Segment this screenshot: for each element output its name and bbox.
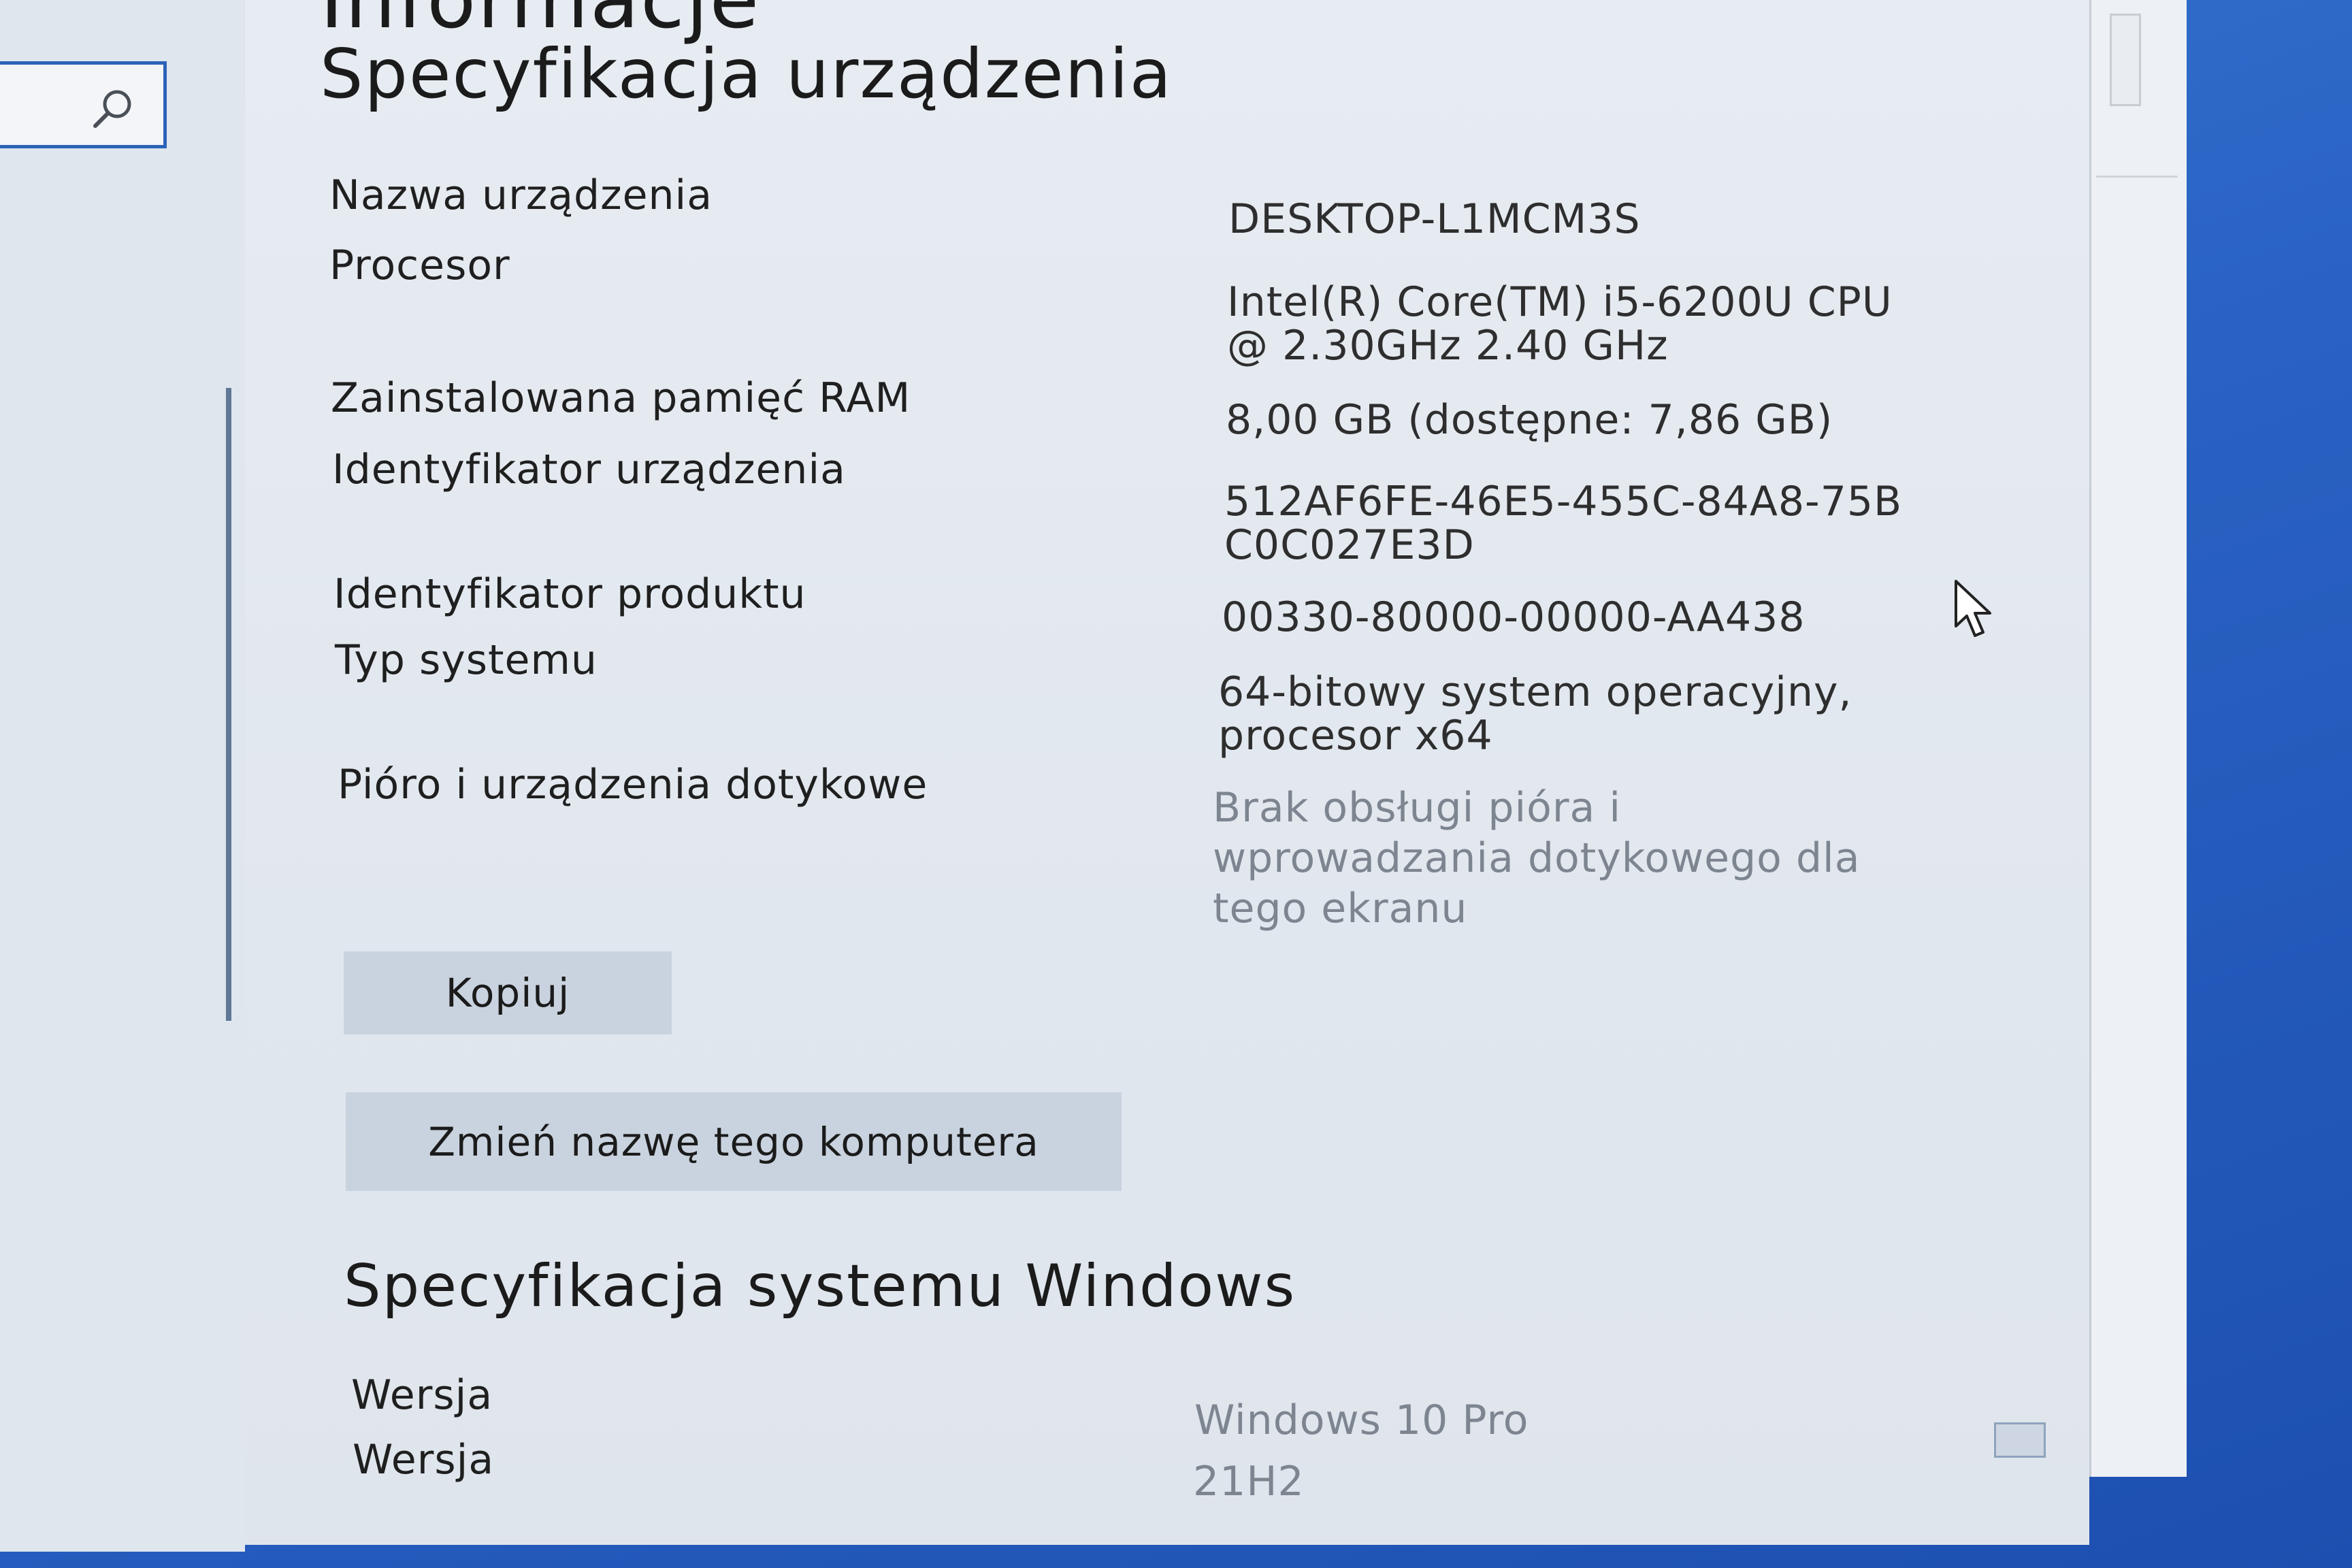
navigation-pane <box>0 0 245 1552</box>
spec-value-ram[interactable]: 8,00 GB (dostępne: 7,86 GB) <box>1226 398 1833 442</box>
search-input[interactable] <box>0 61 167 148</box>
spec-label-pen-touch: Pióro i urządzenia dotykowe <box>338 761 928 808</box>
spec-value-processor[interactable]: Intel(R) Core(TM) i5-6200U CPU @ 2.30GHz… <box>1227 280 1893 368</box>
windows-spec-title: Specyfikacja systemu Windows <box>344 1252 1296 1320</box>
nav-scrollbar[interactable] <box>226 388 231 1021</box>
windows-spec-label-edition: Wersja <box>351 1371 493 1419</box>
mouse-cursor-icon <box>1955 580 1991 637</box>
rename-computer-button[interactable]: Zmień nazwę tego komputera <box>346 1092 1122 1191</box>
device-spec-title: Specyfikacja urządzenia <box>320 34 1173 114</box>
spec-label-product-id: Identyfikator produktu <box>333 570 806 618</box>
windows-spec-label-version: Wersja <box>353 1436 495 1484</box>
windows-spec-value-version[interactable]: 21H2 <box>1193 1460 1305 1503</box>
spec-label-device-name: Nazwa urządzenia <box>329 172 713 219</box>
background-window-divider <box>2096 176 2178 178</box>
spec-label-ram: Zainstalowana pamięć RAM <box>331 374 911 422</box>
background-window-edge <box>2089 0 2187 1477</box>
copy-button[interactable]: Kopiuj <box>344 951 672 1034</box>
windows-spec-value-edition[interactable]: Windows 10 Pro <box>1194 1399 1529 1442</box>
tray-icon[interactable] <box>1994 1422 2046 1458</box>
spec-label-device-id: Identyfikator urządzenia <box>332 446 846 493</box>
spec-value-device-name[interactable]: DESKTOP-L1MCM3S <box>1228 197 1641 241</box>
spec-value-pen-touch[interactable]: Brak obsługi pióra i wprowadzania dotyko… <box>1213 783 1860 934</box>
spec-value-product-id[interactable]: 00330-80000-00000-AA438 <box>1222 595 1806 639</box>
background-window-scrollbar <box>2110 14 2141 106</box>
spec-value-system-type[interactable]: 64-bitowy system operacyjny, procesor x6… <box>1218 670 1852 757</box>
spec-value-device-id[interactable]: 512AF6FE-46E5-455C-84A8-75B C0C027E3D <box>1224 480 1902 567</box>
spec-label-system-type: Typ systemu <box>335 636 598 684</box>
search-icon[interactable] <box>88 85 136 133</box>
spec-label-processor: Procesor <box>329 242 510 289</box>
